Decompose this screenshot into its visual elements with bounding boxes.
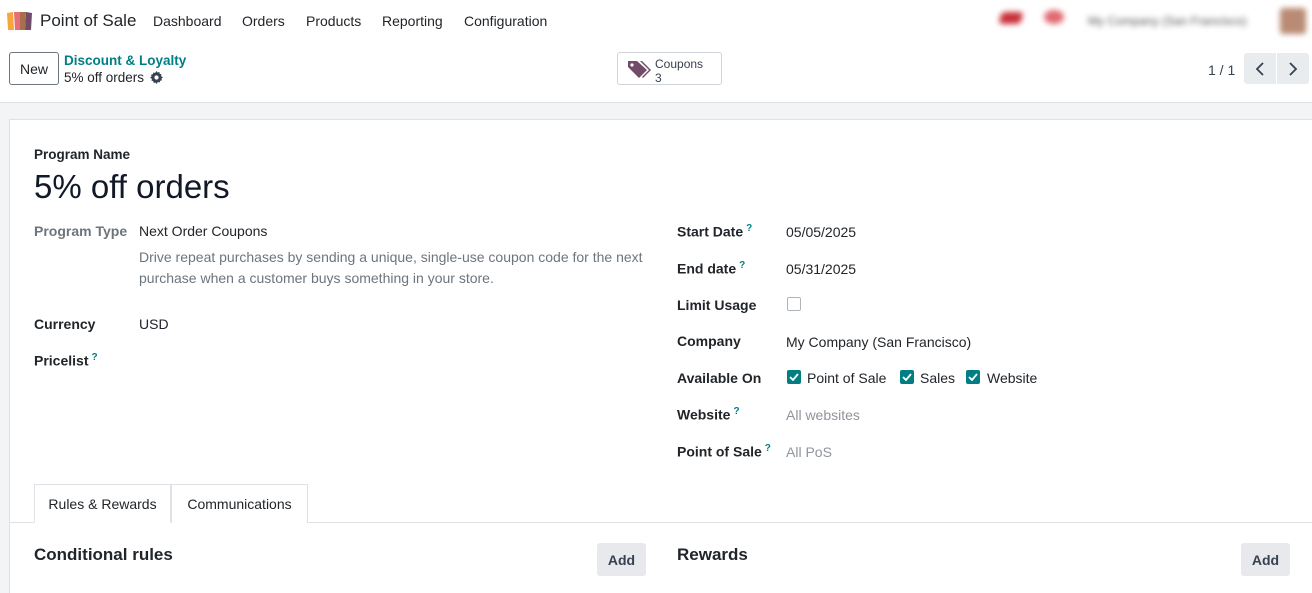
company-label: Company (677, 333, 741, 349)
chevron-right-icon (1289, 61, 1298, 76)
available-on-website-label[interactable]: Website (987, 370, 1037, 386)
company-field[interactable]: My Company (San Francisco) (786, 334, 971, 350)
rewards-title: Rewards (677, 545, 748, 564)
help-icon[interactable]: ? (91, 352, 97, 363)
menu-dashboard[interactable]: Dashboard (153, 13, 222, 29)
website-label: Website? (677, 406, 740, 423)
chat-icon[interactable] (998, 12, 1026, 26)
breadcrumb-parent[interactable]: Discount & Loyalty (64, 53, 186, 68)
currency-label: Currency (34, 316, 96, 332)
program-name-field[interactable]: 5% off orders (34, 168, 230, 206)
gear-icon[interactable] (150, 71, 164, 84)
available-on-website-checkbox[interactable] (966, 370, 980, 384)
website-label-text: Website (677, 406, 731, 423)
help-icon[interactable]: ? (765, 443, 771, 454)
currency-field[interactable]: USD (139, 316, 169, 332)
program-type-field[interactable]: Next Order Coupons (139, 223, 267, 239)
menu-reporting[interactable]: Reporting (382, 13, 443, 29)
pager-next-button[interactable] (1277, 53, 1309, 84)
tab-rules-rewards[interactable]: Rules & Rewards (34, 484, 171, 523)
check-icon (789, 373, 799, 381)
start-date-field[interactable]: 05/05/2025 (786, 224, 856, 240)
end-date-label-text: End date (677, 260, 737, 277)
breadcrumb-current: 5% off orders (64, 70, 164, 85)
coupons-smart-button[interactable]: Coupons 3 (617, 52, 722, 85)
company-switcher[interactable]: My Company (San Francisco) (1088, 14, 1247, 28)
tags-icon (628, 61, 651, 78)
pricelist-label: Pricelist? (34, 352, 98, 369)
program-name-label: Program Name (34, 147, 131, 162)
menu-orders[interactable]: Orders (242, 13, 285, 29)
add-rule-button[interactable]: Add (597, 543, 646, 576)
check-icon (902, 373, 912, 381)
pricelist-label-text: Pricelist (34, 352, 89, 369)
end-date-label: End date? (677, 260, 745, 277)
conditional-rules-title: Conditional rules (34, 545, 173, 564)
available-on-pos-label[interactable]: Point of Sale (807, 370, 886, 386)
program-type-label: Program Type (34, 223, 128, 239)
control-panel: New Discount & Loyalty 5% off orders Cou… (0, 42, 1312, 103)
available-on-label: Available On (677, 370, 762, 386)
end-date-field[interactable]: 05/31/2025 (786, 261, 856, 277)
program-type-help: Drive repeat purchases by sending a uniq… (139, 249, 643, 286)
pos-label-text: Point of Sale (677, 443, 762, 460)
help-icon[interactable]: ? (733, 406, 739, 417)
new-button[interactable]: New (9, 52, 59, 85)
limit-usage-label: Limit Usage (677, 297, 757, 313)
pager-value[interactable]: 1 / 1 (1208, 62, 1235, 78)
breadcrumb-current-label: 5% off orders (64, 70, 145, 85)
available-on-sales-checkbox[interactable] (900, 370, 914, 384)
activity-icon[interactable] (1044, 10, 1070, 26)
pos-field[interactable]: All PoS (786, 444, 832, 460)
help-icon[interactable]: ? (746, 223, 752, 234)
limit-usage-checkbox[interactable] (787, 297, 801, 311)
pricelist-field[interactable] (139, 350, 639, 372)
menu-products[interactable]: Products (306, 13, 361, 29)
app-name[interactable]: Point of Sale (40, 11, 136, 31)
available-on-pos-checkbox[interactable] (787, 370, 801, 384)
avatar[interactable] (1280, 8, 1306, 34)
top-navbar: Point of Sale Dashboard Orders Products … (0, 0, 1312, 42)
tab-communications[interactable]: Communications (171, 484, 308, 523)
start-date-label-text: Start Date (677, 223, 744, 240)
pager-previous-button[interactable] (1244, 53, 1276, 84)
available-on-sales-label[interactable]: Sales (920, 370, 955, 386)
menu-configuration[interactable]: Configuration (464, 13, 547, 29)
start-date-label: Start Date? (677, 223, 752, 240)
help-icon[interactable]: ? (739, 260, 745, 271)
add-reward-button[interactable]: Add (1241, 543, 1290, 576)
smart-button-value: 3 (655, 71, 662, 85)
pos-app-icon[interactable] (6, 10, 33, 31)
pos-label: Point of Sale? (677, 443, 771, 460)
smart-button-label: Coupons (655, 57, 704, 71)
website-field[interactable]: All websites (786, 407, 860, 423)
check-icon (968, 373, 978, 381)
chevron-left-icon (1255, 61, 1264, 76)
